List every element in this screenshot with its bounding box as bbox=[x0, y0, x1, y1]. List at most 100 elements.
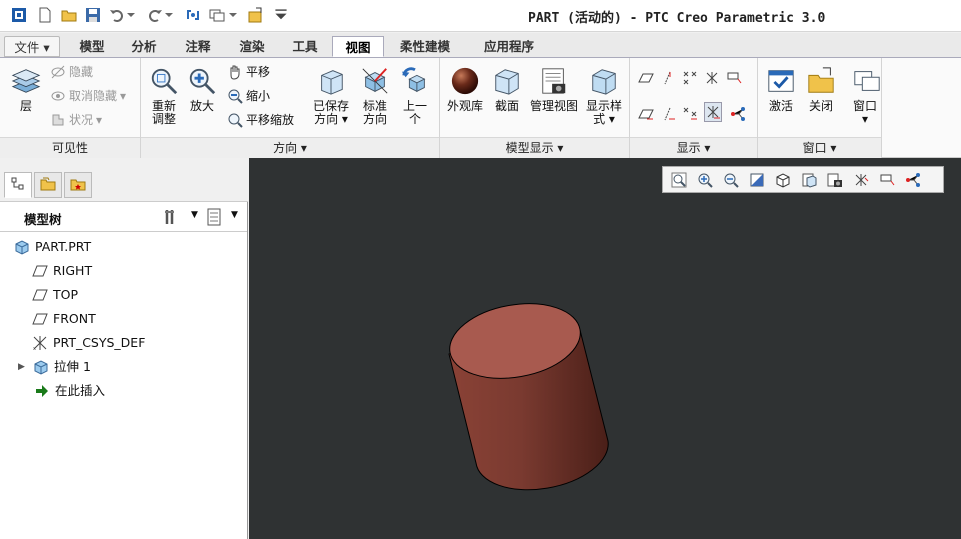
datum-plane-icon bbox=[32, 263, 48, 279]
csys-tag-icon bbox=[705, 104, 721, 120]
csys-tag-toggle[interactable] bbox=[704, 102, 722, 122]
tab-tools[interactable]: 工具 bbox=[281, 36, 329, 57]
undo-dropdown-icon[interactable] bbox=[126, 6, 136, 24]
graphics-window[interactable] bbox=[249, 158, 961, 539]
expand-arrow-icon[interactable]: ▶ bbox=[18, 356, 28, 378]
manage-views-button[interactable]: 管理视图 bbox=[528, 64, 580, 113]
tree-settings-icon[interactable] bbox=[164, 208, 184, 229]
status-icon bbox=[50, 112, 66, 128]
window-group-label-text: 窗口 bbox=[802, 141, 827, 155]
display-style-label-text: 式 bbox=[593, 112, 606, 126]
tree-item-front[interactable]: FRONT bbox=[32, 308, 96, 330]
datum-plane-icon bbox=[32, 287, 48, 303]
tree-settings-dropdown-icon[interactable]: ▼ bbox=[191, 210, 198, 220]
tab-flexible-modeling[interactable]: 柔性建模 bbox=[388, 36, 462, 57]
display-style-button[interactable]: 显示样 式 ▾ bbox=[584, 64, 624, 126]
tree-show-icon[interactable] bbox=[206, 208, 222, 229]
axis-display-toggle[interactable] bbox=[660, 68, 676, 88]
svg-text:x: x bbox=[33, 346, 36, 351]
axis-tag-toggle[interactable] bbox=[660, 104, 676, 124]
window-title: PART (活动的) - PTC Creo Parametric 3.0 bbox=[528, 11, 826, 26]
section-label: 截面 bbox=[494, 99, 519, 113]
tab-view[interactable]: 视图 bbox=[332, 36, 384, 57]
tab-annotate[interactable]: 注释 bbox=[174, 36, 222, 57]
refit-button[interactable]: 重新 调整 bbox=[147, 64, 181, 126]
close-label: 关闭 bbox=[808, 99, 833, 113]
csys-display-toggle[interactable] bbox=[704, 68, 720, 88]
tree-item-csys[interactable]: x PRT_CSYS_DEF bbox=[32, 332, 145, 354]
plane-tag-toggle[interactable] bbox=[638, 104, 654, 124]
tab-applications[interactable]: 应用程序 bbox=[470, 36, 548, 57]
pan-label: 平移 bbox=[246, 65, 271, 79]
zoom-in-icon bbox=[185, 64, 219, 98]
tree-item-label: PRT_CSYS_DEF bbox=[53, 335, 146, 350]
tree-item-label: PART.PRT bbox=[35, 239, 92, 254]
zoom-in-label: 放大 bbox=[189, 99, 214, 113]
group-visibility: 层 隐藏 取消隐藏 ▾ 状况 ▾ 可见性 bbox=[0, 58, 141, 158]
tab-analysis[interactable]: 分析 bbox=[120, 36, 168, 57]
tree-item-top[interactable]: TOP bbox=[32, 284, 78, 306]
plane-display-toggle[interactable] bbox=[638, 68, 654, 88]
windows-dropdown-icon[interactable] bbox=[228, 6, 238, 24]
group-label-window[interactable]: 窗口 ▾ bbox=[758, 137, 881, 158]
group-label-orientation[interactable]: 方向 ▾ bbox=[141, 137, 439, 158]
tree-item-label: 拉伸 1 bbox=[54, 359, 91, 374]
display-style-label-line2: 式 ▾ bbox=[593, 112, 615, 126]
status-button[interactable]: 状况 ▾ bbox=[50, 110, 102, 130]
tree-item-insert-here[interactable]: 在此插入 bbox=[34, 380, 105, 402]
undo-icon[interactable] bbox=[108, 6, 126, 24]
tree-item-part[interactable]: PART.PRT bbox=[14, 236, 91, 258]
section-button[interactable]: 截面 bbox=[490, 64, 524, 113]
tab-model[interactable]: 模型 bbox=[68, 36, 116, 57]
pan-zoom-label: 平移缩放 bbox=[246, 113, 295, 127]
close-button[interactable]: 关闭 bbox=[804, 64, 838, 113]
tree-item-extrude[interactable]: ▶ 拉伸 1 bbox=[18, 356, 91, 378]
layer-icon bbox=[9, 64, 43, 98]
tab-model-tree[interactable] bbox=[4, 172, 32, 198]
point-tag-toggle[interactable] bbox=[682, 104, 698, 124]
tree-item-right[interactable]: RIGHT bbox=[32, 260, 92, 282]
zoom-in-button[interactable]: 放大 bbox=[185, 64, 219, 113]
standard-orientation-button[interactable]: 标准 方向 bbox=[357, 64, 393, 126]
redo-icon[interactable] bbox=[146, 6, 164, 24]
layer-button[interactable]: 层 bbox=[8, 64, 44, 113]
group-label-model-display[interactable]: 模型显示 ▾ bbox=[440, 137, 629, 158]
pan-zoom-button[interactable]: 平移缩放 bbox=[227, 110, 294, 130]
point-display-icon bbox=[682, 70, 698, 86]
activate-icon bbox=[764, 64, 798, 98]
hide-button[interactable]: 隐藏 bbox=[50, 62, 93, 82]
group-label-show[interactable]: 显示 ▾ bbox=[630, 137, 757, 158]
tab-folder-browser[interactable] bbox=[34, 172, 62, 198]
new-icon[interactable] bbox=[36, 6, 54, 24]
appearance-gallery-button[interactable]: 外观库 bbox=[444, 64, 486, 113]
tree-item-label: FRONT bbox=[53, 311, 96, 326]
zoom-out-button[interactable]: 缩小 bbox=[227, 86, 270, 106]
redo-dropdown-icon[interactable] bbox=[164, 6, 174, 24]
annotation-display-toggle[interactable] bbox=[726, 68, 742, 88]
close-window-icon[interactable] bbox=[246, 6, 264, 24]
hide-icon bbox=[50, 64, 66, 80]
point-display-toggle[interactable] bbox=[682, 68, 698, 88]
datum-plane-icon bbox=[32, 311, 48, 327]
open-icon[interactable] bbox=[60, 6, 78, 24]
status-dropdown-icon: ▾ bbox=[96, 113, 103, 127]
saved-orientations-button[interactable]: 已保存 方向 ▾ bbox=[311, 64, 351, 126]
regenerate-icon[interactable] bbox=[184, 6, 202, 24]
section-icon bbox=[490, 64, 524, 98]
customize-icon[interactable] bbox=[274, 6, 288, 24]
save-icon[interactable] bbox=[84, 6, 102, 24]
tree-show-dropdown-icon[interactable]: ▼ bbox=[231, 210, 238, 220]
app-icon[interactable] bbox=[10, 6, 28, 24]
unhide-button[interactable]: 取消隐藏 ▾ bbox=[50, 86, 126, 106]
tab-favorites[interactable] bbox=[64, 172, 92, 198]
spin-center-toggle[interactable] bbox=[730, 104, 746, 124]
pan-button[interactable]: 平移 bbox=[227, 62, 270, 82]
unhide-dropdown-icon: ▾ bbox=[120, 89, 127, 103]
window-button[interactable]: 窗口 ▾ bbox=[850, 64, 880, 126]
tab-render[interactable]: 渲染 bbox=[228, 36, 276, 57]
cylinder-model[interactable] bbox=[249, 158, 961, 539]
tab-file[interactable]: 文件 ▾ bbox=[4, 36, 60, 57]
activate-button[interactable]: 激活 bbox=[764, 64, 798, 113]
windows-icon[interactable] bbox=[208, 6, 226, 24]
previous-button[interactable]: 上一 个 bbox=[397, 64, 433, 126]
